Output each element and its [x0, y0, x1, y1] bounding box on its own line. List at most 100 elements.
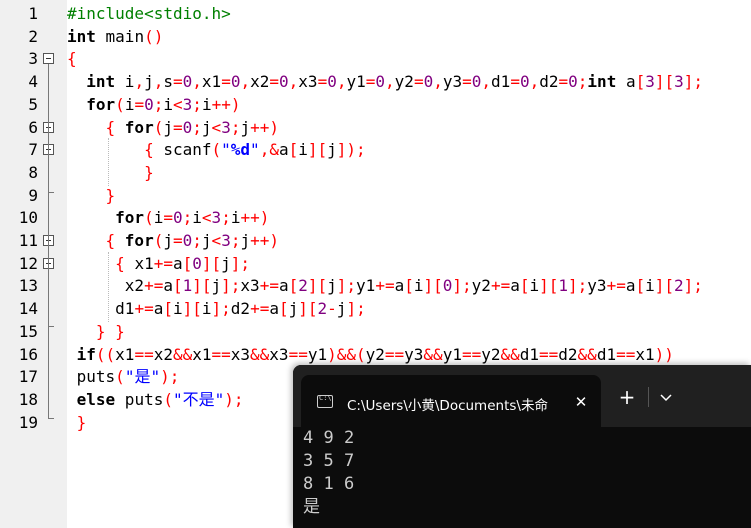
code-token: s [163, 72, 173, 92]
code-token: ]; [346, 299, 366, 319]
code-line[interactable]: 12 { x1+=a[0][j]; [0, 253, 751, 275]
code-line[interactable]: 8 } [0, 162, 751, 184]
code-token: ); [224, 389, 244, 409]
code-token: ); [160, 367, 180, 387]
code-token: i [201, 299, 212, 319]
code-token: puts [67, 367, 116, 387]
code-token: int [67, 72, 116, 92]
code-token: j [240, 231, 251, 250]
code-token: ; [182, 208, 193, 228]
code-token: "是" [124, 367, 161, 387]
code-token: x2 [153, 344, 173, 364]
code-line[interactable]: 16 if((x1==x2&&x1==x3&&x3==y1)&&(y2==y3&… [0, 344, 751, 366]
code-token: %d [230, 140, 251, 160]
code-token: 0 [423, 72, 434, 92]
code-line[interactable]: 2 int main() [0, 26, 751, 48]
terminal-output-line: 4 9 2 [303, 428, 355, 448]
code-line[interactable]: 9 } [0, 185, 751, 207]
chevron-down-icon[interactable] [655, 387, 677, 407]
terminal-output-line: 3 5 7 [303, 451, 355, 471]
code-token: , [481, 72, 492, 92]
code-token: a [163, 276, 173, 296]
code-token: ; [221, 208, 231, 228]
terminal-output-line: 是 [303, 497, 320, 517]
code-token: j [201, 231, 212, 250]
code-token: } [67, 185, 116, 205]
code-token: } [67, 162, 154, 182]
code-token: j [288, 299, 299, 319]
code-token: , [433, 72, 443, 92]
code-token: for [67, 208, 145, 228]
code-token: else [67, 389, 116, 409]
code-token: 0 [192, 253, 202, 273]
code-line[interactable]: 14 d1+=a[i][i];d2+=a[j][2-j]; [0, 298, 751, 320]
code-token: [ [163, 299, 173, 319]
code-token: 2 [298, 276, 308, 296]
code-line[interactable]: 6 { for(j=0;j<3;j++) [0, 117, 751, 139]
line-number: 9 [28, 185, 38, 205]
code-token: 0 [375, 72, 386, 92]
code-line[interactable]: 4 int i,j,s=0,x1=0,x2=0,x3=0,y1=0,y2=0,y… [0, 71, 751, 93]
code-text: d1+=a[i][i];d2+=a[j][2-j]; [67, 298, 366, 320]
code-line[interactable]: 15 } } [0, 321, 751, 343]
terminal-tab[interactable]: C:\Users\小黄\Documents\未命 ✕ [301, 375, 601, 427]
code-line[interactable]: 11 { for(j=0;j<3;j++) [0, 230, 751, 252]
code-token: " [221, 140, 231, 160]
code-token: == [211, 344, 231, 364]
fold-toggle-icon[interactable] [43, 53, 54, 65]
code-token: i [163, 94, 174, 114]
code-token: i [153, 208, 164, 228]
code-token: i [124, 94, 135, 114]
code-token: i [413, 276, 424, 296]
code-token: d1 [519, 344, 540, 364]
code-token: #include<stdio.h> [67, 4, 231, 23]
terminal-output: 4 9 2 3 5 7 8 1 6 是 [303, 427, 743, 519]
code-token: { [67, 49, 77, 69]
line-number: 15 [18, 321, 38, 341]
code-token: ( [115, 367, 125, 387]
code-token: a [153, 299, 164, 319]
code-token: 0 [568, 72, 578, 92]
code-token: )) [654, 344, 674, 364]
code-token: )&&( [327, 344, 366, 364]
code-token: x1 [635, 344, 655, 364]
code-token: () [144, 26, 164, 46]
code-line[interactable]: 7 { scanf("%d",&a[i][j]); [0, 139, 751, 161]
terminal-window[interactable]: C:\Users\小黄\Documents\未命 ✕ + 4 9 2 3 5 7 8… [293, 365, 751, 528]
code-token: ][ [182, 299, 202, 319]
code-token: < [173, 94, 183, 114]
code-text: if((x1==x2&&x1==x3&&x3==y1)&&(y2==y3&&y1… [67, 344, 674, 366]
code-text: } [67, 162, 154, 184]
code-token: j [163, 117, 173, 137]
code-text: x2+=a[1][j];x3+=a[2][j];y1+=a[i][0];y2+=… [67, 275, 703, 297]
indent-guide [108, 138, 109, 186]
code-text: { scanf("%d",&a[i][j]); [67, 139, 366, 161]
code-token: y1 [346, 72, 366, 92]
line-number: 17 [18, 367, 38, 387]
code-token: i [172, 299, 183, 319]
code-token: d2 [558, 344, 578, 364]
new-tab-icon[interactable]: + [615, 385, 639, 409]
code-line[interactable]: 5 for(i=0;i<3;i++) [0, 94, 751, 116]
code-token: ][ [423, 276, 443, 296]
code-token: ]; [568, 276, 588, 296]
code-token: && [577, 344, 597, 364]
code-token: = [413, 72, 424, 92]
code-token: 3 [182, 94, 193, 114]
code-token: = [317, 72, 328, 92]
code-token: < [201, 208, 212, 228]
code-token: 0 [182, 117, 193, 137]
code-token: && [172, 344, 193, 364]
code-token: 1 [182, 276, 193, 296]
code-line[interactable]: 13 x2+=a[1][j];x3+=a[2][j];y1+=a[i][0];y… [0, 275, 751, 297]
close-tab-icon[interactable]: ✕ [569, 390, 593, 414]
code-token: d1 [596, 344, 617, 364]
code-line[interactable]: 3{ [0, 48, 751, 70]
code-token: y1 [307, 344, 328, 364]
code-token: ][ [654, 276, 675, 296]
line-number: 14 [18, 299, 38, 319]
code-line[interactable]: 10 for(i=0;i<3;i++) [0, 207, 751, 229]
code-token: x3 [298, 72, 318, 92]
code-token: x3 [230, 344, 251, 364]
code-line[interactable]: 1 #include<stdio.h> [0, 3, 751, 25]
